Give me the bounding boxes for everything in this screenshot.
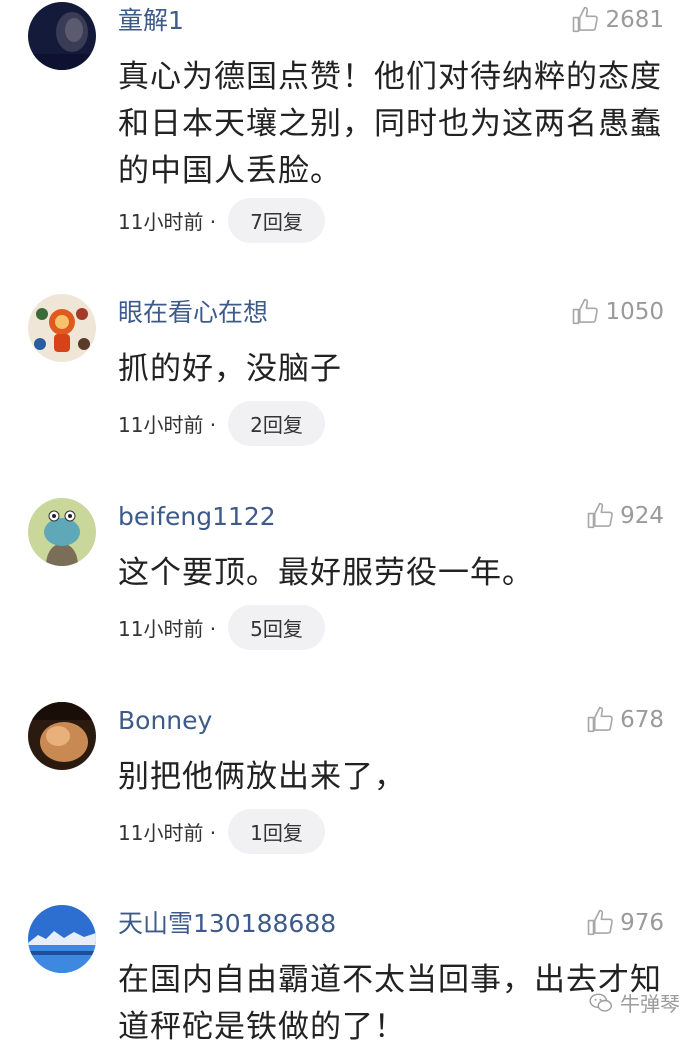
like-count: 1050: [605, 299, 664, 325]
comment-meta: 11小时前 · 1回复: [118, 809, 325, 854]
username[interactable]: Bonney: [118, 704, 212, 738]
like-button[interactable]: 678: [586, 704, 664, 736]
comment-item: 童解1 2681 真心为德国点赞！他们对待纳粹的态度和日本天壤之别，同时也为这两…: [0, 2, 700, 252]
comment-text: 这个要顶。最好服劳役一年。: [118, 555, 534, 591]
comment-text: 抓的好，没脑子: [118, 351, 342, 387]
avatar-image: [28, 294, 96, 362]
timestamp: 11小时前 ·: [118, 210, 217, 234]
avatar-image: [28, 702, 96, 770]
thumbs-up-icon: [573, 298, 599, 325]
comment-item: beifeng1122 924 这个要顶。最好服劳役一年。 11小时前 · 5回…: [0, 498, 700, 668]
wechat-icon: [589, 993, 612, 1012]
like-button[interactable]: 924: [586, 500, 664, 532]
watermark: 牛弹琴: [588, 988, 680, 1017]
avatar[interactable]: [28, 294, 96, 362]
comment-text: 别把他俩放出来了，: [118, 759, 406, 795]
timestamp: 11小时前 ·: [118, 617, 217, 641]
avatar[interactable]: [28, 2, 96, 70]
like-count: 678: [620, 707, 664, 733]
username[interactable]: 童解1: [118, 4, 184, 38]
comment-meta: 11小时前 · 2回复: [118, 401, 325, 446]
avatar-image: [28, 2, 96, 70]
username[interactable]: 天山雪130188688: [118, 907, 336, 941]
thumbs-up-icon: [587, 909, 613, 936]
avatar-image: [28, 905, 96, 973]
reply-button[interactable]: 1回复: [228, 809, 325, 854]
like-button[interactable]: 976: [586, 907, 664, 939]
like-count: 976: [620, 910, 664, 936]
comment-text: 真心为德国点赞！他们对待纳粹的态度和日本天壤之别，同时也为这两名愚蠢的中国人丢脸…: [118, 59, 662, 189]
comment-meta: 11小时前 · 5回复: [118, 605, 325, 650]
reply-button[interactable]: 7回复: [228, 198, 325, 243]
reply-button[interactable]: 2回复: [228, 401, 325, 446]
reply-button[interactable]: 5回复: [228, 605, 325, 650]
like-button[interactable]: 2681: [571, 4, 664, 36]
comment-item: 眼在看心在想 1050 抓的好，没脑子 11小时前 · 2回复: [0, 294, 700, 464]
like-count: 924: [620, 503, 664, 529]
username[interactable]: beifeng1122: [118, 500, 276, 534]
comment-item: 天山雪130188688 976 在国内自由霸道不太当回事，出去才知道秤砣是铁做…: [0, 905, 700, 1045]
thumbs-up-icon: [587, 502, 613, 529]
like-count: 2681: [605, 7, 664, 33]
avatar[interactable]: [28, 702, 96, 770]
watermark-text: 牛弹琴: [620, 992, 680, 1016]
avatar[interactable]: [28, 905, 96, 973]
avatar-image: [28, 498, 96, 566]
like-button[interactable]: 1050: [571, 296, 664, 328]
timestamp: 11小时前 ·: [118, 413, 217, 437]
thumbs-up-icon: [573, 6, 599, 33]
timestamp: 11小时前 ·: [118, 821, 217, 845]
thumbs-up-icon: [587, 706, 613, 733]
username[interactable]: 眼在看心在想: [118, 296, 268, 330]
comment-item: Bonney 678 别把他俩放出来了， 11小时前 · 1回复: [0, 702, 700, 872]
comment-meta: 11小时前 · 7回复: [118, 198, 325, 243]
avatar[interactable]: [28, 498, 96, 566]
